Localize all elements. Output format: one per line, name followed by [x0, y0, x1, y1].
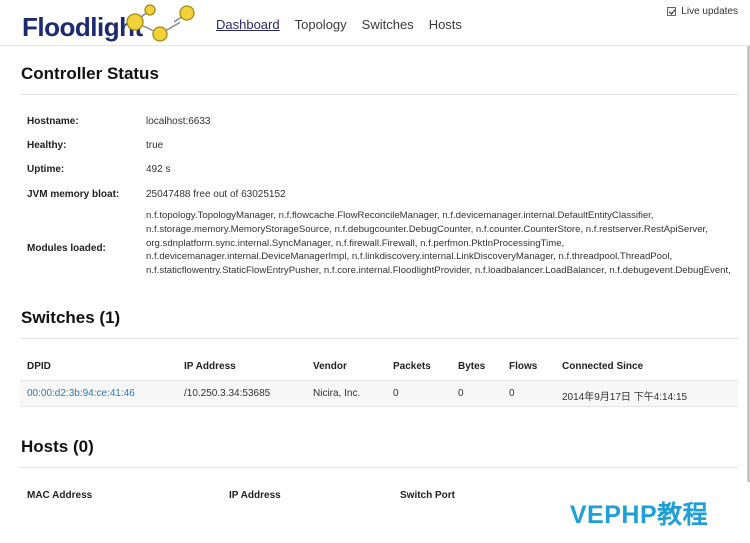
hostname-value: localhost:6633 — [146, 116, 211, 127]
uptime-value: 492 s — [146, 164, 171, 175]
modules-label: Modules loaded: — [27, 243, 106, 254]
switch-packets: 0 — [393, 388, 399, 399]
col-host-ip: IP Address — [229, 490, 281, 501]
switch-flows: 0 — [509, 388, 515, 399]
col-ip: IP Address — [184, 361, 236, 372]
logo-nodes-icon — [126, 4, 180, 42]
watermark: VEPHP教程 — [528, 482, 750, 543]
divider — [20, 467, 738, 468]
divider — [20, 94, 738, 95]
nav-dashboard[interactable]: Dashboard — [216, 17, 280, 32]
uptime-label: Uptime: — [27, 164, 65, 175]
col-flows: Flows — [509, 361, 538, 372]
col-vendor: Vendor — [313, 361, 347, 372]
switch-connected-since: 2014年9月17日 下午4:14:15 — [562, 392, 688, 403]
navbar: Floodlight Dashboard Topology Switches H… — [0, 0, 750, 46]
hostname-label: Hostname: — [27, 116, 79, 127]
col-packets: Packets — [393, 361, 431, 372]
jvm-label: JVM memory bloat: — [27, 189, 120, 200]
col-connected-since: Connected Since — [562, 361, 644, 372]
nav-hosts[interactable]: Hosts — [429, 17, 462, 32]
healthy-label: Healthy: — [27, 140, 67, 151]
switch-bytes: 0 — [458, 388, 464, 399]
switch-vendor: Nicira, Inc. — [313, 388, 361, 399]
switches-title: Switches (1) — [21, 308, 121, 327]
switch-dpid-link[interactable]: 00:00:d2:3b:94:ce:41:46 — [27, 388, 135, 399]
jvm-value: 25047488 free out of 63025152 — [146, 189, 286, 200]
nav-topology[interactable]: Topology — [295, 17, 347, 32]
col-bytes: Bytes — [458, 361, 486, 372]
controller-status-title: Controller Status — [21, 64, 159, 83]
col-switch-port: Switch Port — [400, 490, 456, 501]
healthy-value: true — [146, 140, 164, 151]
live-updates-toggle[interactable]: Live updates — [667, 6, 738, 17]
col-mac: MAC Address — [27, 490, 93, 501]
live-updates-label: Live updates — [681, 6, 738, 17]
live-updates-checkbox[interactable] — [667, 7, 677, 16]
hosts-title: Hosts (0) — [21, 437, 94, 456]
logo[interactable]: Floodlight — [22, 4, 195, 44]
nav-switches[interactable]: Switches — [362, 17, 414, 32]
switch-ip: /10.250.3.34:53685 — [184, 388, 271, 399]
main-nav: Dashboard Topology Switches Hosts — [216, 17, 477, 32]
col-dpid: DPID — [27, 361, 51, 372]
divider — [20, 338, 738, 339]
modules-value: n.f.topology.TopologyManager, n.f.flowca… — [146, 210, 731, 277]
watermark-text: VEPHP教程 — [569, 500, 709, 529]
logo-node-icon — [174, 5, 195, 23]
